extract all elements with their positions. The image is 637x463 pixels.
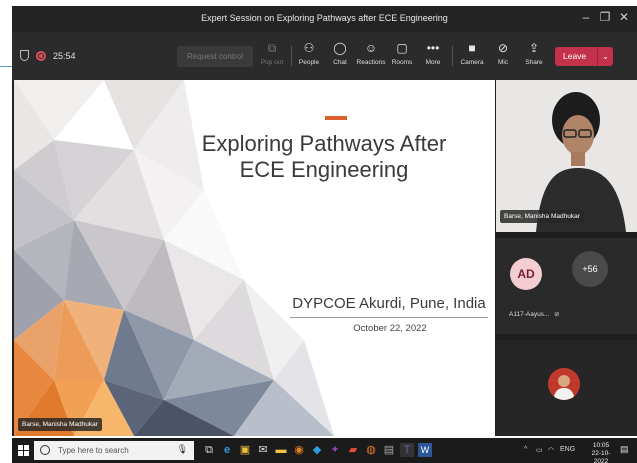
toolbar-divider [452,46,453,66]
clock-date: 22-10-2022 [591,450,611,463]
more-participants-button[interactable]: +56 [572,251,608,287]
meeting-timer: 25:54 [53,50,76,61]
slide-location: DYPCOE Akurdi, Pune, India [292,295,486,312]
microphone-icon[interactable]: 🎙 [177,444,188,455]
reactions-icon: ☺ [364,41,378,55]
chevron-up-icon[interactable]: ^ [524,446,527,453]
slide-title: Exploring Pathways After ECE Engineering [194,131,454,183]
camera-button[interactable]: ■ Camera [457,40,487,66]
popout-icon: ⧉ [267,41,277,55]
slide-date: October 22, 2022 [353,323,427,334]
store-icon[interactable]: ▣ [238,443,252,457]
share-label: Share [525,59,543,66]
chat-button[interactable]: ◯ Chat [325,40,355,66]
slide-title-line-1: Exploring Pathways After [201,131,447,156]
word-icon[interactable]: W [418,443,432,457]
mail-icon[interactable]: ✉ [256,443,270,457]
recording-icon [36,50,46,61]
search-placeholder: Type here to search [58,446,129,455]
chat-icon: ◯ [333,41,347,55]
notification-icon[interactable]: ▤ [620,444,629,455]
slide-divider [290,317,488,318]
clock-time: 10:05 [592,442,610,449]
participant-name-text: A117-Aayus... [509,311,550,318]
start-button[interactable] [18,445,29,456]
rooms-label: Rooms [391,59,413,66]
cortana-icon [40,445,50,455]
people-icon: ⚇ [303,41,315,55]
rooms-icon: ▢ [396,41,408,55]
more-label: More [425,59,441,66]
teams-icon[interactable]: T [400,443,414,457]
reactions-label: Reactions [356,59,386,66]
mic-off-icon: ⊘ [497,41,509,55]
camera-label: Camera [460,59,484,66]
presenter-video[interactable]: Barse, Manisha Madhukar [496,80,637,232]
minimize-button[interactable]: – [577,10,595,24]
mic-button[interactable]: ⊘ Mic [488,40,518,66]
browser-icon[interactable]: ◍ [364,443,378,457]
self-avatar-image [548,368,580,400]
maximize-button[interactable]: ❐ [596,10,614,24]
shield-icon [20,50,29,61]
slide-title-line-2: ECE Engineering [239,157,409,182]
self-avatar [548,368,580,400]
chrome-icon[interactable]: ◉ [292,443,306,457]
app-icon-purple[interactable]: ✦ [328,443,342,457]
meeting-toolbar: 25:54 Request control ⧉ Pop out ⚇ People… [12,32,637,80]
task-view-icon[interactable]: ⧉ [202,443,216,457]
wifi-icon[interactable]: ◠ [548,446,554,454]
leave-label: Leave [563,51,587,61]
chat-label: Chat [333,59,347,66]
people-label: People [298,59,320,66]
presenter-name-tag: Barse, Manisha Madhukar [18,418,102,431]
leave-button[interactable]: Leave ⌄ [555,47,613,66]
mic-label: Mic [497,59,509,66]
app-icon-blue[interactable]: ◆ [310,443,324,457]
slide-accent-bar [325,116,347,120]
network-icon[interactable]: ▭ [536,446,543,454]
app-icon-gray[interactable]: ▤ [382,443,396,457]
window-edge-line [0,66,12,67]
more-button[interactable]: ••• More [418,40,448,66]
taskbar-search-box[interactable]: Type here to search 🎙 [34,441,194,460]
people-button[interactable]: ⚇ People [294,40,324,66]
popout-button[interactable]: ⧉ Pop out [257,40,287,66]
camera-off-icon: ■ [468,41,476,55]
self-video-tile [496,340,637,436]
close-button[interactable]: ✕ [615,10,633,24]
reactions-button[interactable]: ☺ Reactions [356,40,386,66]
participants-panel: Barse, Manisha Madhukar AD +56 A117-Aayu… [496,80,637,436]
window-title-bar: Expert Session on Exploring Pathways aft… [12,6,637,32]
more-icon: ••• [426,41,440,55]
avatar[interactable]: AD [510,258,542,290]
request-control-button[interactable]: Request control [177,46,253,67]
share-button[interactable]: ⇪ Share [519,40,549,66]
shared-slide: Exploring Pathways After ECE Engineering… [14,80,495,436]
taskbar-clock[interactable]: 10:05 22-10-2022 [587,442,615,463]
popout-label: Pop out [260,59,284,66]
participant-name: A117-Aayus... ⊘ [509,310,560,318]
window-title: Expert Session on Exploring Pathways aft… [201,13,448,23]
language-indicator[interactable]: ENG [560,446,575,453]
windows-taskbar: Type here to search 🎙 ⧉ e ▣ ✉ ▬ ◉ ◆ ✦ ▰ … [12,438,637,463]
camera-name-tag: Barse, Manisha Madhukar [500,210,584,223]
edge-browser-icon[interactable]: e [220,443,234,457]
mic-muted-icon: ⊘ [554,311,560,318]
participant-tiles: AD +56 A117-Aayus... ⊘ [496,238,637,334]
meeting-stage: Exploring Pathways After ECE Engineering… [12,80,637,436]
powerpoint-icon[interactable]: ▰ [346,443,360,457]
toolbar-divider [291,46,292,66]
meeting-status: 25:54 [20,50,76,61]
rooms-button[interactable]: ▢ Rooms [387,40,417,66]
share-icon: ⇪ [528,41,540,55]
chevron-down-icon[interactable]: ⌄ [597,47,613,66]
file-explorer-icon[interactable]: ▬ [274,443,288,457]
